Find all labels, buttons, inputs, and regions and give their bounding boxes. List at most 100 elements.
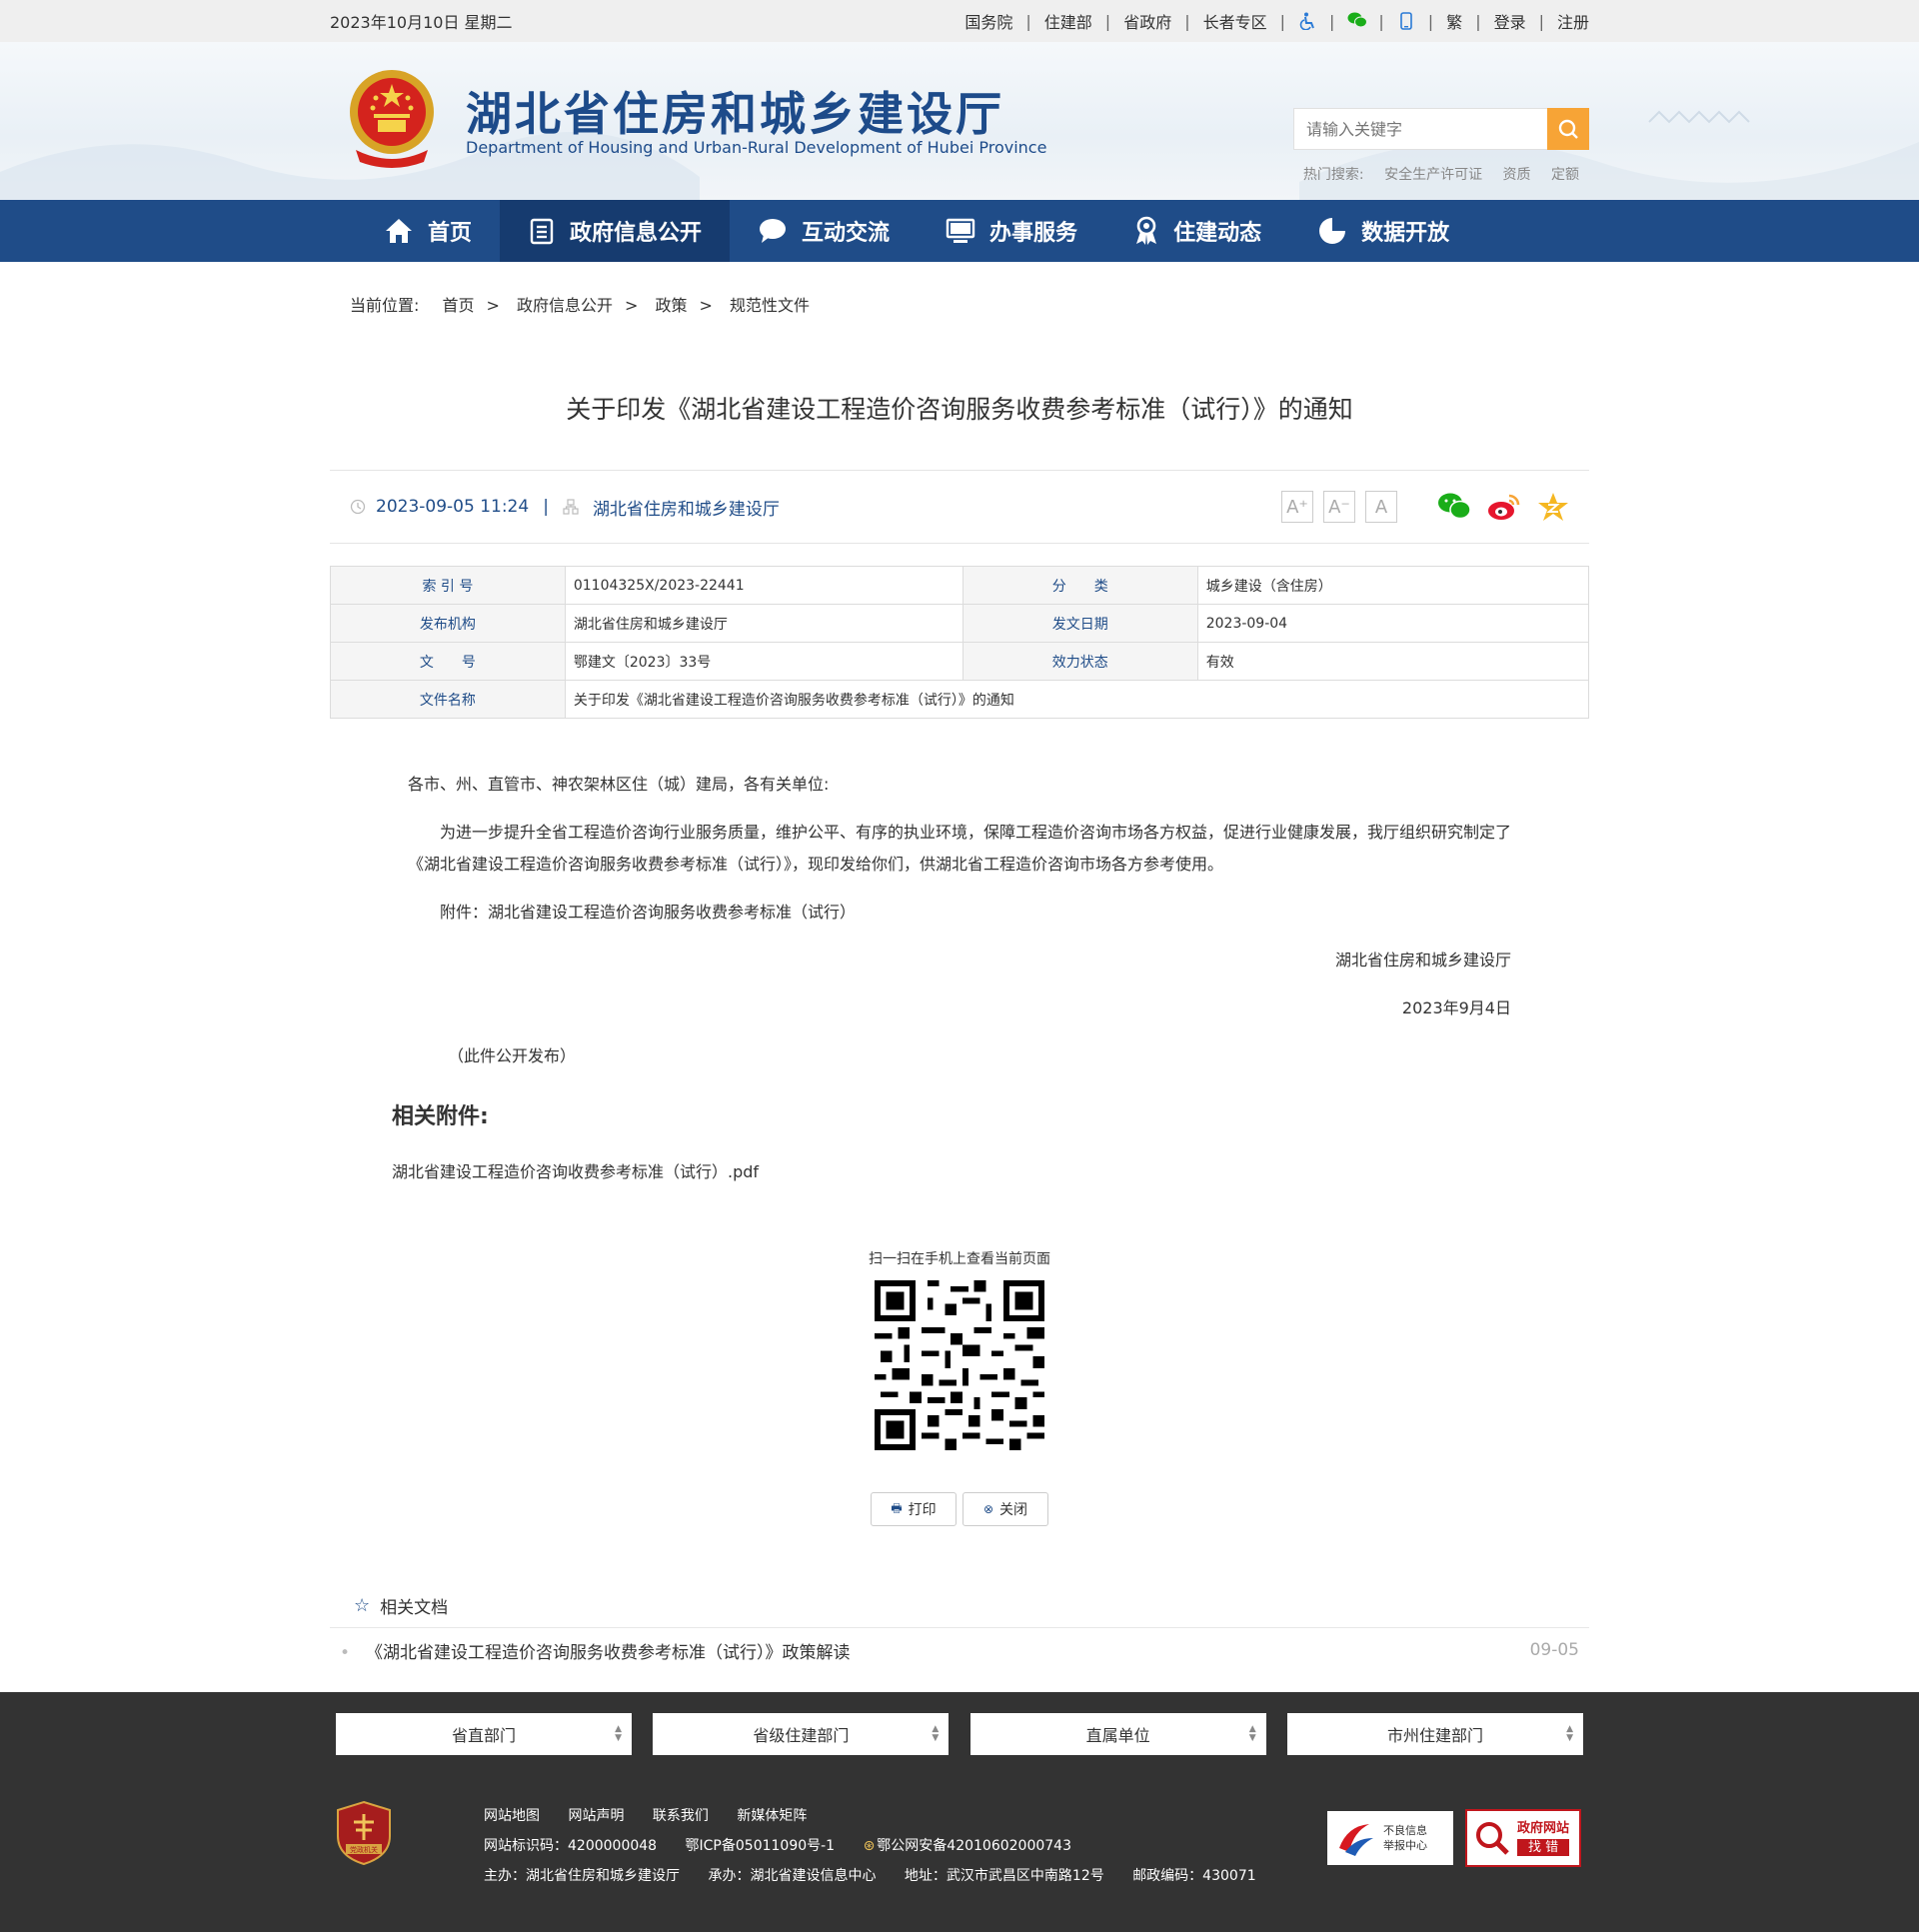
meta-value: 2023-09-04	[1196, 604, 1590, 643]
list-item[interactable]: • 《湖北省建设工程造价咨询服务收费参考标准（试行）》政策解读 09-05	[330, 1628, 1589, 1672]
close-button[interactable]: ⊗ 关闭	[962, 1492, 1048, 1526]
nav-label: 住建动态	[1173, 221, 1262, 246]
updown-arrow-icon: ▲ ▼	[1248, 1724, 1256, 1743]
search-input[interactable]	[1293, 108, 1547, 150]
link-mohurd[interactable]: 住建部	[1044, 9, 1092, 33]
postcode: 邮政编码：430071	[1132, 1868, 1256, 1884]
accessibility-icon[interactable]	[1298, 12, 1316, 31]
meta-key: 文 号	[330, 642, 566, 681]
article-source: 湖北省住房和城乡建设厅	[592, 499, 780, 520]
article-title: 关于印发《湖北省建设工程造价咨询服务收费参考标准（试行）》的通知	[566, 395, 1353, 424]
site-footer: 省直部门 ▲ ▼ 省级住建部门 ▲ ▼ 直属单位 ▲ ▼ 市州住建部门 ▲ ▼ 党政机关 网站地…	[0, 1692, 1919, 1932]
nav-label: 首页	[428, 221, 473, 246]
badge-text: 举报中心	[1383, 1839, 1427, 1852]
meta-key: 发布机构	[330, 604, 566, 643]
table-row: 发布机构 湖北省住房和城乡建设厅 发文日期 2023-09-04	[330, 604, 1590, 643]
chat-bubble-icon	[760, 219, 787, 243]
search-box	[1293, 108, 1589, 150]
signer: 湖北省住房和城乡建设厅	[1334, 951, 1511, 969]
qr-section: 扫一扫在手机上查看当前页面	[330, 1248, 1589, 1454]
breadcrumb-separator: >	[486, 296, 500, 315]
font-larger-button[interactable]: A⁺	[1281, 491, 1313, 523]
font-default-button[interactable]: A	[1365, 491, 1397, 523]
select-city-construction[interactable]: 市州住建部门 ▲ ▼	[1286, 1713, 1583, 1755]
search-icon	[1558, 119, 1578, 139]
breadcrumb-normative-docs[interactable]: 规范性文件	[730, 296, 810, 315]
share-wechat-icon[interactable]	[1437, 492, 1471, 522]
document-meta-table: 索 引 号 01104325X/2023-22441 分 类 城乡建设（含住房）…	[330, 566, 1590, 719]
breadcrumb-gov-info[interactable]: 政府信息公开	[517, 296, 613, 315]
nav-gov-info[interactable]: 政府信息公开	[500, 200, 731, 262]
footer-link-sitemap[interactable]: 网站地图	[484, 1808, 540, 1824]
select-label: 市州住建部门	[1386, 1726, 1483, 1745]
footer-org-info: 主办：湖北省住房和城乡建设厅 承办：湖北省建设信息中心 地址：武汉市武昌区中南路…	[484, 1865, 1280, 1885]
nav-services[interactable]: 办事服务	[918, 200, 1105, 262]
hot-term[interactable]: 安全生产许可证	[1384, 167, 1482, 183]
login-link[interactable]: 登录	[1494, 9, 1526, 33]
table-row: 文件名称 关于印发《湖北省建设工程造价咨询服务收费参考标准（试行）》的通知	[330, 680, 1590, 719]
select-affiliated-units[interactable]: 直属单位 ▲ ▼	[969, 1713, 1266, 1755]
bad-info-report-badge[interactable]: 不良信息 举报中心	[1327, 1811, 1453, 1865]
separator: |	[1475, 11, 1481, 31]
breadcrumb-home[interactable]: 首页	[443, 296, 475, 315]
related-doc-link[interactable]: 《湖北省建设工程造价咨询服务收费参考标准（试行）》政策解读	[366, 1643, 851, 1663]
clock-icon	[350, 499, 366, 515]
footer-link-statement[interactable]: 网站声明	[568, 1808, 624, 1824]
nav-interaction[interactable]: 互动交流	[730, 200, 918, 262]
attachment-file-link[interactable]: 湖北省建设工程造价咨询收费参考标准（试行）.pdf	[392, 1158, 1589, 1182]
breadcrumb-policy[interactable]: 政策	[656, 296, 688, 315]
print-icon: 🖶	[891, 1500, 903, 1515]
hot-term[interactable]: 资质	[1503, 167, 1531, 183]
hot-term[interactable]: 定额	[1551, 167, 1579, 183]
qr-caption: 扫一扫在手机上查看当前页面	[869, 1251, 1050, 1267]
separator: |	[1329, 11, 1335, 31]
police-record-link[interactable]: 鄂公网安备42010602000743	[877, 1838, 1071, 1854]
wechat-icon[interactable]	[1347, 12, 1368, 30]
updown-arrow-icon: ▲ ▼	[615, 1724, 622, 1743]
register-link[interactable]: 注册	[1557, 9, 1589, 33]
nav-news[interactable]: 住建动态	[1105, 200, 1289, 262]
site-subtitle: Department of Housing and Urban-Rural De…	[466, 138, 1047, 157]
table-row: 文 号 鄂建文〔2023〕33号 效力状态 有效	[330, 642, 1590, 681]
select-provincial-depts[interactable]: 省直部门 ▲ ▼	[336, 1713, 632, 1755]
breadcrumb: 当前位置: 首页 > 政府信息公开 > 政策 > 规范性文件	[330, 262, 1589, 344]
star-icon: ☆	[354, 1595, 371, 1616]
search-button[interactable]	[1547, 108, 1589, 150]
separator: |	[1104, 11, 1111, 31]
font-smaller-button[interactable]: A⁻	[1323, 491, 1355, 523]
meta-key: 索 引 号	[330, 566, 566, 605]
share-weibo-icon[interactable]	[1487, 492, 1521, 522]
select-provincial-construction[interactable]: 省级住建部门 ▲ ▼	[653, 1713, 950, 1755]
gov-site-error-badge[interactable]: 政府网站找 错	[1465, 1809, 1581, 1867]
separator: |	[1378, 11, 1384, 31]
separator: |	[1427, 11, 1434, 31]
share-qzone-icon[interactable]	[1537, 492, 1569, 522]
select-label: 省级住建部门	[753, 1726, 850, 1745]
footer-link-contact[interactable]: 联系我们	[653, 1808, 709, 1824]
link-provincial-gov[interactable]: 省政府	[1123, 9, 1171, 33]
site-id: 网站标识码：4200000048	[484, 1838, 658, 1854]
link-elderly-zone[interactable]: 长者专区	[1203, 9, 1267, 33]
current-date: 2023年10月10日 星期二	[330, 13, 513, 32]
breadcrumb-separator: >	[699, 296, 713, 315]
article-body: 各市、州、直管市、神农架林区住（城）建局，各有关单位: 为进一步提升全省工程造价…	[330, 719, 1589, 1072]
main-nav: 首页 政府信息公开 互动交流 办事服务 住建动态 数据开放	[0, 200, 1919, 262]
icp-link[interactable]: 鄂ICP备05011090号-1	[686, 1838, 836, 1854]
footer-link-new-media[interactable]: 新媒体矩阵	[737, 1808, 807, 1824]
related-doc-date: 09-05	[1529, 1640, 1579, 1660]
traditional-chinese-link[interactable]: 繁	[1446, 9, 1462, 33]
badge-text: 找 错	[1517, 1839, 1570, 1856]
updown-arrow-icon: ▲ ▼	[1566, 1724, 1573, 1743]
top-links: 国务院 | 住建部 | 省政府 | 长者专区 | | | | 繁 | 登录 | 注册	[964, 9, 1589, 33]
nav-label: 办事服务	[989, 221, 1078, 246]
nav-open-data[interactable]: 数据开放	[1289, 200, 1477, 262]
party-gov-badge-icon[interactable]: 党政机关	[336, 1800, 392, 1866]
document-list-icon	[530, 218, 554, 245]
meta-value: 有效	[1196, 642, 1590, 681]
meta-key: 文件名称	[330, 680, 566, 719]
national-emblem-icon	[350, 70, 434, 168]
print-button[interactable]: 🖶 打印	[871, 1492, 957, 1526]
link-state-council[interactable]: 国务院	[964, 9, 1012, 33]
mobile-icon[interactable]	[1397, 12, 1415, 30]
nav-home[interactable]: 首页	[356, 200, 500, 262]
